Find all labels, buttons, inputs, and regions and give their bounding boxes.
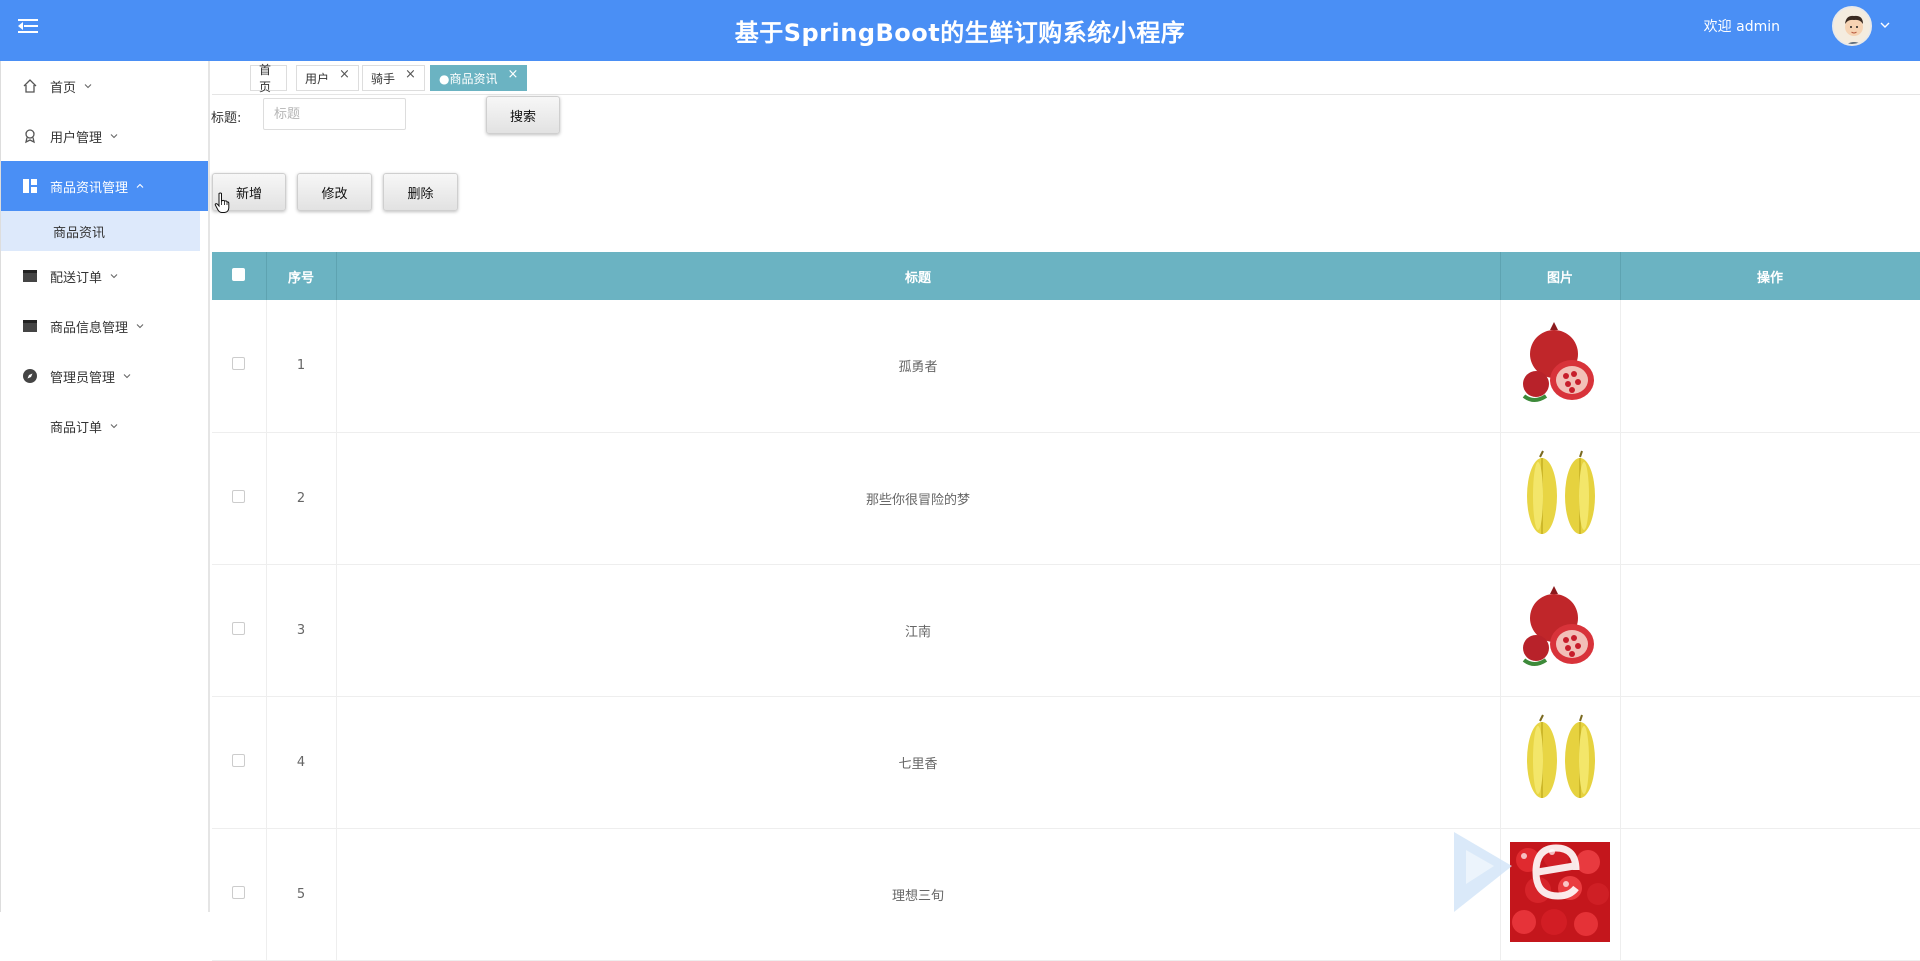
table-row[interactable]: 1 孤勇者 bbox=[212, 300, 1920, 433]
chevron-down-icon bbox=[110, 134, 118, 139]
chevron-down-icon bbox=[123, 374, 131, 379]
sidebar-item-home[interactable]: 首页 bbox=[1, 61, 208, 111]
chevron-down-icon bbox=[110, 274, 118, 279]
sidebar-item-label: 商品资讯管理 bbox=[50, 180, 129, 196]
sidebar: 首页 用户管理 商品资讯管理 商品资讯 配送订单 商品信息管理 管理员管理 商品… bbox=[0, 61, 210, 912]
row-checkbox[interactable] bbox=[232, 621, 246, 635]
news-table: 序号 标题 图片 操作 1 孤勇者 2 那些你很冒险的梦 3 江南 4 七里香 … bbox=[212, 252, 1920, 961]
close-icon[interactable]: × bbox=[507, 67, 518, 82]
sidebar-item-admin-management[interactable]: 管理员管理 bbox=[1, 351, 208, 401]
user-badge-icon bbox=[21, 127, 39, 145]
chevron-down-icon bbox=[110, 424, 118, 429]
starfruit-image bbox=[1510, 710, 1610, 810]
close-icon[interactable]: × bbox=[405, 67, 416, 82]
row-checkbox[interactable] bbox=[232, 357, 246, 371]
tab-product-news[interactable]: ●商品资讯 × bbox=[430, 65, 528, 91]
row-index: 4 bbox=[266, 696, 337, 829]
sidebar-item-product-info-management[interactable]: 商品信息管理 bbox=[1, 301, 208, 351]
home-icon bbox=[21, 77, 39, 95]
hand-cursor-icon bbox=[214, 192, 230, 213]
row-title: 那些你很冒险的梦 bbox=[336, 432, 1501, 565]
row-title: 江南 bbox=[336, 564, 1501, 697]
row-title: 孤勇者 bbox=[336, 300, 1501, 433]
edit-button[interactable]: 修改 bbox=[297, 173, 372, 211]
box-icon bbox=[21, 317, 39, 335]
table-row[interactable]: 5 理想三旬 bbox=[212, 828, 1920, 961]
column-header-image: 图片 bbox=[1500, 252, 1621, 300]
pomegranate-image bbox=[1510, 313, 1610, 414]
row-title: 七里香 bbox=[336, 696, 1501, 829]
sidebar-item-user-management[interactable]: 用户管理 bbox=[1, 111, 208, 161]
pomegranate-image bbox=[1510, 578, 1610, 678]
dashboard-icon bbox=[21, 177, 39, 195]
search-label: 标题: bbox=[211, 111, 242, 126]
select-all-cell bbox=[212, 252, 267, 300]
chevron-up-icon bbox=[136, 183, 144, 188]
welcome-text: 欢迎 admin bbox=[1703, 19, 1780, 35]
sidebar-item-label: 配送订单 bbox=[50, 270, 103, 286]
chevron-down-icon[interactable] bbox=[1880, 20, 1890, 30]
sidebar-item-label: 用户管理 bbox=[50, 130, 103, 146]
row-checkbox[interactable] bbox=[232, 489, 246, 503]
tab-users[interactable]: 用户 × bbox=[296, 65, 359, 91]
row-title: 理想三旬 bbox=[336, 828, 1501, 961]
row-index: 3 bbox=[266, 564, 337, 697]
sidebar-item-product-news-management[interactable]: 商品资讯管理 bbox=[1, 161, 208, 211]
app-title: 基于SpringBoot的生鲜订购系统小程序 bbox=[734, 19, 1186, 47]
search-button[interactable]: 搜索 bbox=[486, 96, 560, 134]
tab-bar: 首页 用户 × 骑手 × ●商品资讯 × bbox=[212, 61, 1920, 95]
sidebar-item-label: 首页 bbox=[50, 80, 77, 96]
select-all-checkbox[interactable] bbox=[232, 267, 246, 281]
search-input[interactable] bbox=[263, 98, 406, 130]
compass-icon bbox=[21, 367, 39, 385]
table-header-row: 序号 标题 图片 操作 bbox=[212, 252, 1920, 300]
row-checkbox[interactable] bbox=[232, 753, 246, 767]
avatar[interactable] bbox=[1832, 6, 1872, 46]
row-index: 5 bbox=[266, 828, 337, 961]
sidebar-item-product-orders[interactable]: 商品订单 bbox=[1, 401, 208, 451]
table-row[interactable]: 3 江南 bbox=[212, 564, 1920, 697]
column-header-actions: 操作 bbox=[1620, 252, 1920, 300]
row-index: 1 bbox=[266, 300, 337, 433]
sidebar-item-label: 管理员管理 bbox=[50, 370, 116, 386]
sidebar-item-delivery-orders[interactable]: 配送订单 bbox=[1, 251, 208, 301]
chevron-down-icon bbox=[84, 84, 92, 89]
box-icon bbox=[21, 267, 39, 285]
watermark-logo-icon bbox=[1454, 832, 1580, 912]
sidebar-item-label: 商品信息管理 bbox=[50, 320, 129, 336]
chevron-down-icon bbox=[136, 324, 144, 329]
table-row[interactable]: 2 那些你很冒险的梦 bbox=[212, 432, 1920, 565]
column-header-index: 序号 bbox=[266, 252, 337, 300]
table-row[interactable]: 4 七里香 bbox=[212, 696, 1920, 829]
row-checkbox[interactable] bbox=[232, 885, 246, 899]
sidebar-subitem-product-news[interactable]: 商品资讯 bbox=[1, 211, 200, 251]
starfruit-image bbox=[1510, 446, 1610, 546]
sidebar-item-label: 商品订单 bbox=[50, 420, 103, 436]
column-header-title: 标题 bbox=[336, 252, 1501, 300]
tab-riders[interactable]: 骑手 × bbox=[362, 65, 425, 91]
row-index: 2 bbox=[266, 432, 337, 565]
top-header: 基于SpringBoot的生鲜订购系统小程序 欢迎 admin bbox=[0, 0, 1920, 61]
delete-button[interactable]: 删除 bbox=[383, 173, 458, 211]
tab-home[interactable]: 首页 bbox=[250, 63, 287, 94]
close-icon[interactable]: × bbox=[339, 67, 350, 82]
